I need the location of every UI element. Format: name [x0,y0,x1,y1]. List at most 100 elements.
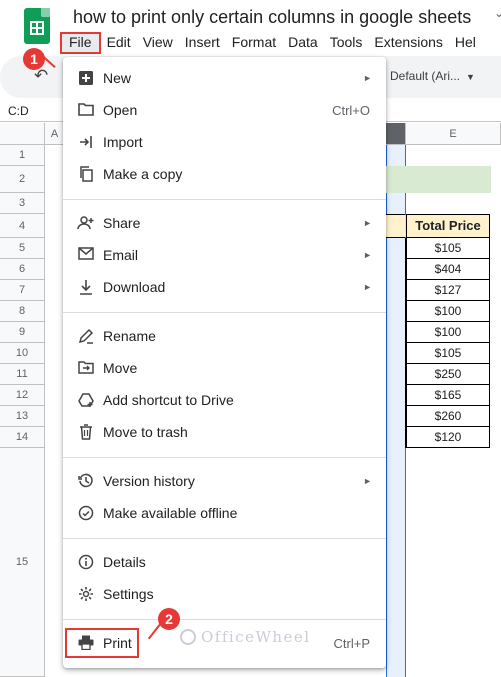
menu-item-make-a-copy[interactable]: Make a copy [63,159,386,191]
column-header-selected[interactable] [386,123,406,145]
row-header[interactable]: 7 [0,280,45,301]
add-person-icon [77,215,95,233]
history-icon [77,473,95,491]
menu-item-label: Details [103,554,146,570]
step-badge-1: 1 [23,48,45,70]
menu-item-label: Import [103,134,143,150]
pencil-icon [77,328,95,346]
menu-item-label: Move [103,360,138,376]
submenu-arrow-icon: ► [363,476,372,486]
copy-icon [77,166,95,184]
menu-item-download[interactable]: Download ► [63,272,386,304]
menu-item-add-shortcut-to-drive[interactable]: Add shortcut to Drive [63,385,386,417]
row-header[interactable]: 2 [0,166,45,193]
menu-item-open[interactable]: Open Ctrl+O [63,95,386,127]
document-title[interactable]: how to print only certain columns in goo… [73,7,471,28]
row-header[interactable]: 14 [0,427,45,448]
menu-item-details[interactable]: Details [63,547,386,579]
gear-icon [77,586,95,604]
menu-item-import[interactable]: Import [63,127,386,159]
menu-item-label: Version history [103,473,195,489]
menu-item-rename[interactable]: Rename [63,321,386,353]
import-arrow-icon [77,134,95,152]
shortcut-label: Ctrl+P [333,636,370,651]
row-header[interactable]: 3 [0,193,45,214]
menu-edit[interactable]: Edit [101,32,137,54]
menu-item-label: Download [103,279,166,295]
menu-item-label: Open [103,102,138,118]
row-header[interactable]: 9 [0,322,45,343]
row-header[interactable]: 15 [0,448,45,677]
menu-item-label: Move to trash [103,424,188,440]
total-price-cell[interactable]: $100 [406,301,490,322]
folder-icon [77,102,95,120]
font-select[interactable]: Default (Ari... ▼ [390,69,475,83]
menu-view[interactable]: View [137,32,179,54]
total-price-cell[interactable]: $250 [406,364,490,385]
menu-extensions[interactable]: Extensions [368,32,448,54]
total-price-cell[interactable]: $404 [406,259,490,280]
sheets-logo-icon[interactable] [24,8,50,44]
row-header[interactable]: 1 [0,145,45,166]
total-price-cell[interactable]: $127 [406,280,490,301]
menu-item-label: Make a copy [103,166,183,182]
menu-divider [63,619,386,620]
header-cell-total-price[interactable]: Total Price [406,214,490,238]
menu-item-move-to-trash[interactable]: Move to trash [63,417,386,449]
menu-item-label: Make available offline [103,505,238,521]
download-icon [77,279,95,297]
total-price-cell[interactable]: $105 [406,343,490,364]
row-header[interactable]: 6 [0,259,45,280]
menu-item-share[interactable]: Share ► [63,208,386,240]
row-header[interactable]: 12 [0,385,45,406]
menu-file[interactable]: File [60,32,101,54]
menu-insert[interactable]: Insert [179,32,226,54]
row-header[interactable]: 10 [0,343,45,364]
move-folder-icon [77,360,95,378]
menu-item-label: New [103,70,132,86]
menu-item-move[interactable]: Move [63,353,386,385]
name-box[interactable]: C:D [8,104,29,118]
row-header[interactable]: 13 [0,406,45,427]
column-header-a[interactable]: A [45,123,65,145]
row-header[interactable]: 8 [0,301,45,322]
menu-divider [63,312,386,313]
row-header[interactable]: 5 [0,238,45,259]
menu-divider [63,199,386,200]
menu-tools[interactable]: Tools [324,32,369,54]
shortcut-label: Ctrl+O [332,103,370,118]
total-price-cell[interactable]: $120 [406,427,490,448]
row-header[interactable]: 11 [0,364,45,385]
select-all-corner[interactable] [0,123,45,145]
menu-format[interactable]: Format [226,32,282,54]
menu-item-make-available-offline[interactable]: Make available offline [63,498,386,530]
submenu-arrow-icon: ► [363,73,372,83]
chevron-down-icon[interactable]: ⌄ [494,6,501,20]
menu-item-email[interactable]: Email ► [63,240,386,272]
menu-help[interactable]: Hel [449,32,482,54]
header-cell-partial[interactable] [386,214,406,238]
menu-item-new[interactable]: New ► [63,63,386,95]
submenu-arrow-icon: ► [363,282,372,292]
mail-icon [77,247,95,265]
watermark-text: OfficeWheel [201,628,311,646]
submenu-arrow-icon: ► [363,250,372,260]
total-price-cell[interactable]: $165 [406,385,490,406]
file-menu: New ► Open Ctrl+O Import Make a copy Sha… [63,57,386,668]
trash-icon [77,424,95,442]
row-header[interactable]: 4 [0,214,45,238]
title-band-cell[interactable] [386,166,491,193]
menu-bar: File Edit View Insert Format Data Tools … [60,32,482,54]
menu-item-settings[interactable]: Settings [63,579,386,611]
total-price-cell[interactable]: $100 [406,322,490,343]
plus-box-icon [77,70,95,88]
menu-item-label: Share [103,215,141,231]
step-badge-2: 2 [158,608,180,630]
selected-column-cells[interactable] [386,238,406,448]
menu-item-version-history[interactable]: Version history ► [63,466,386,498]
watermark-logo-icon [180,629,196,645]
column-header-e[interactable]: E [406,123,501,145]
total-price-cell[interactable]: $260 [406,406,490,427]
total-price-cell[interactable]: $105 [406,238,490,259]
menu-data[interactable]: Data [282,32,324,54]
